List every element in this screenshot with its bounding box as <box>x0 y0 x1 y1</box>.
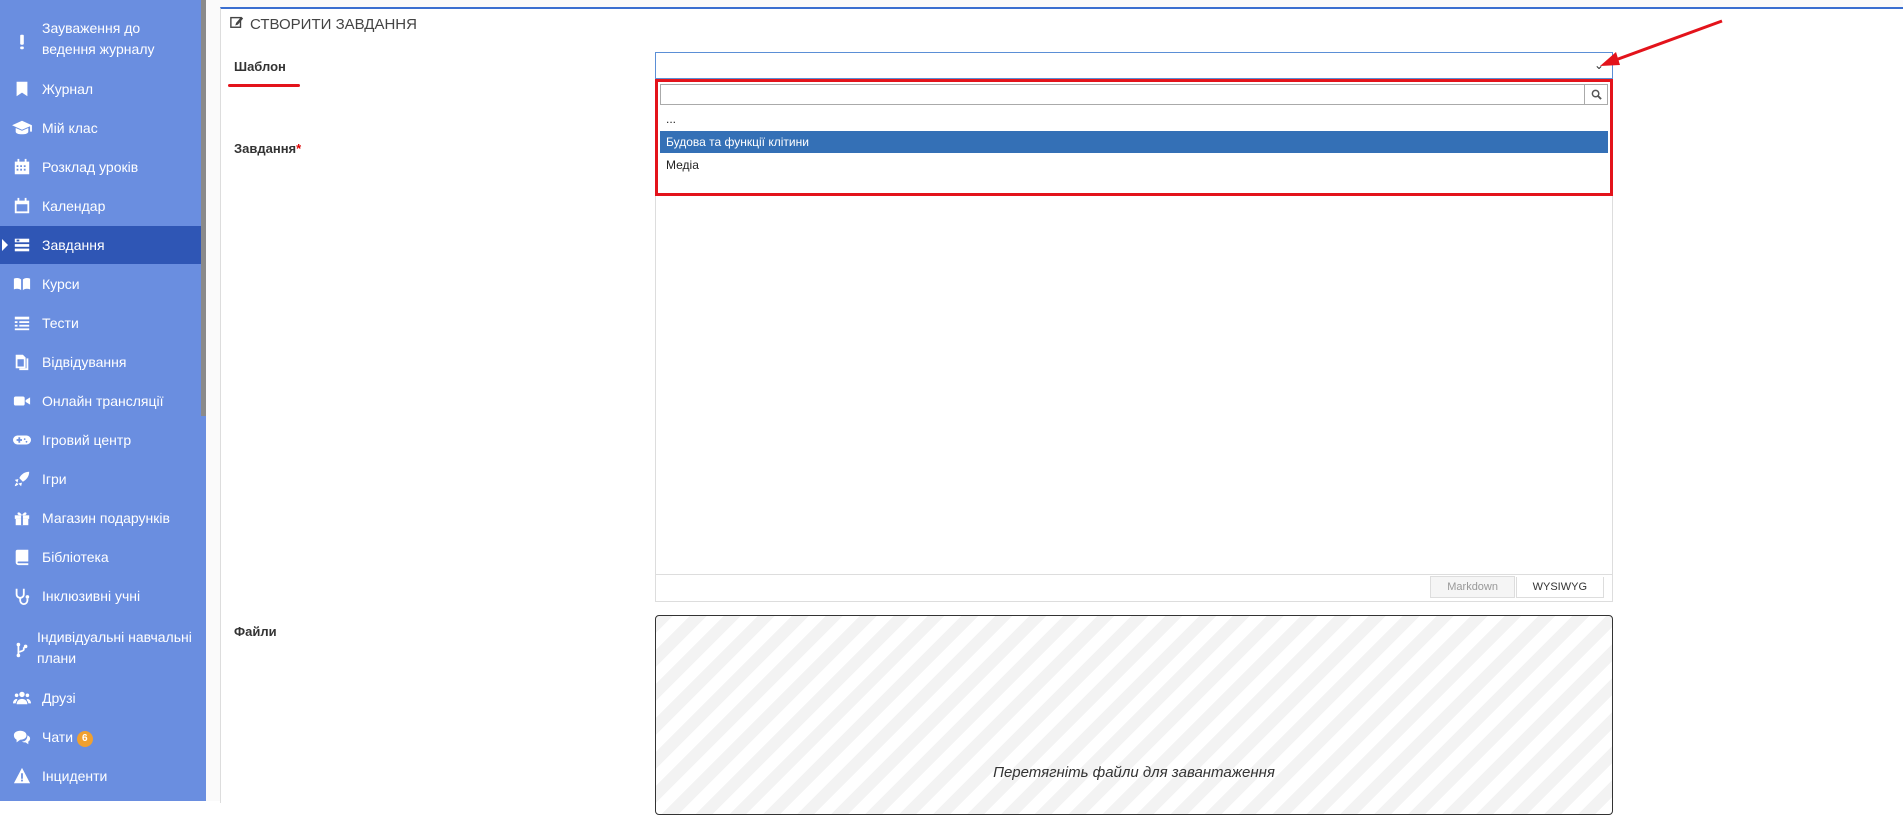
users-icon <box>12 688 32 708</box>
sidebar-item-online-streams[interactable]: Онлайн трансляції <box>0 382 201 420</box>
sidebar-item-label: Індивідуальні навчальні плани <box>37 629 192 666</box>
sidebar-item-label: Календар <box>42 197 106 214</box>
chats-label: Чати <box>42 728 74 745</box>
create-task-panel: СТВОРИТИ ЗАВДАННЯ Шаблон ⌄ ... Будова та… <box>220 7 1903 815</box>
unread-count-badge: 6 <box>77 730 93 747</box>
sidebar-item-label: Інклюзивні учні <box>42 587 141 604</box>
sidebar-item-inclusive-students[interactable]: Інклюзивні учні <box>0 577 201 615</box>
sidebar-item-label: Ігри <box>42 470 67 487</box>
sidebar-item-attendance[interactable]: Відвідування <box>0 343 201 381</box>
template-label-highlight <box>228 84 300 87</box>
sidebar-item-incidents[interactable]: Інциденти <box>0 757 201 795</box>
panel-header: СТВОРИТИ ЗАВДАННЯ <box>230 15 417 33</box>
sidebar-item-label: Тести <box>42 314 79 331</box>
page-title: СТВОРИТИ ЗАВДАННЯ <box>250 15 417 33</box>
graduation-cap-icon <box>10 118 34 138</box>
file-dropzone[interactable]: Перетягніть файли для завантаження <box>655 615 1613 815</box>
sidebar-item-courses[interactable]: Курси <box>0 265 201 303</box>
sidebar-item-label: Друзі <box>42 689 76 706</box>
sidebar-item-label: Ігровий центр <box>42 431 132 448</box>
sidebar-item-tests[interactable]: Тести <box>0 304 201 342</box>
template-dropdown-search <box>660 84 1608 105</box>
sidebar-item-label: Зауваження до ведення журналу <box>42 20 155 57</box>
sidebar-item-journal-remarks[interactable]: Зауваження до ведення журналу <box>0 14 201 70</box>
sidebar-item-individual-plans[interactable]: Індивідуальні навчальні плани <box>0 622 201 678</box>
sidebar-item-label: Курси <box>42 275 80 292</box>
sidebar-item-label: Бібліотека <box>42 548 109 565</box>
sidebar-item-label: Відвідування <box>42 353 127 370</box>
calendar-grid-icon <box>12 157 32 177</box>
sidebar-item-calendar[interactable]: Календар <box>0 187 201 225</box>
template-option-media[interactable]: Медіа <box>660 154 1608 176</box>
sidebar-item-label: Мій клас <box>42 119 98 136</box>
active-indicator-icon <box>2 239 8 251</box>
sidebar-item-label: Інциденти <box>42 767 108 784</box>
editor-mode-bar: Markdown WYSIWYG <box>656 574 1612 601</box>
warning-icon <box>12 766 32 786</box>
comments-icon <box>12 727 32 747</box>
branch-icon <box>12 640 32 660</box>
template-dropdown: ... Будова та функції клітини Медіа <box>655 79 1613 196</box>
gift-icon <box>12 508 32 528</box>
stethoscope-icon <box>12 586 32 606</box>
main-content: СТВОРИТИ ЗАВДАННЯ Шаблон ⌄ ... Будова та… <box>206 0 1903 815</box>
task-label: Завдання* <box>234 141 301 156</box>
tab-wysiwyg[interactable]: WYSIWYG <box>1515 577 1604 598</box>
template-select[interactable]: ⌄ <box>655 52 1613 79</box>
template-option-cell-structure[interactable]: Будова та функції клітини <box>660 131 1608 153</box>
exclamation-icon <box>12 32 32 52</box>
edit-icon <box>230 15 244 33</box>
sidebar-item-label: Журнал <box>42 80 94 97</box>
rocket-icon <box>12 469 32 489</box>
copy-icon <box>12 352 32 372</box>
sidebar-item-chats[interactable]: Чати 6 <box>0 718 201 756</box>
sidebar-item-label: Розклад уроків <box>42 158 139 175</box>
template-option-empty[interactable]: ... <box>660 108 1608 130</box>
sidebar-item-library[interactable]: Бібліотека <box>0 538 201 576</box>
sidebar-item-games[interactable]: Ігри <box>0 460 201 498</box>
sidebar-item-label: Онлайн трансляції <box>42 392 164 409</box>
calendar-icon <box>12 196 32 216</box>
task-label-text: Завдання <box>234 141 297 156</box>
video-camera-icon <box>12 391 32 411</box>
template-search-input[interactable] <box>661 85 1569 104</box>
book-open-icon <box>12 274 32 294</box>
bookmark-icon <box>12 79 32 99</box>
sidebar-item-label: Завдання <box>42 236 105 253</box>
list-icon <box>12 313 32 333</box>
sidebar-item-tasks[interactable]: Завдання <box>0 226 201 264</box>
annotation-arrow-icon <box>1600 19 1723 66</box>
search-icon[interactable] <box>1584 85 1607 104</box>
tasks-icon <box>12 235 32 255</box>
sidebar-item-my-class[interactable]: Мій клас <box>0 109 201 147</box>
sidebar-item-journal[interactable]: Журнал <box>0 70 201 108</box>
sidebar-item-schedule[interactable]: Розклад уроків <box>0 148 201 186</box>
tab-markdown[interactable]: Markdown <box>1430 576 1515 598</box>
sidebar-item-game-center[interactable]: Ігровий центр <box>0 421 201 459</box>
sidebar-item-label: Чати 6 <box>42 727 193 748</box>
template-label: Шаблон <box>234 59 286 74</box>
required-mark: * <box>296 141 302 156</box>
sidebar-item-gift-shop[interactable]: Магазин подарунків <box>0 499 201 537</box>
book-icon <box>12 547 32 567</box>
files-label: Файли <box>234 624 277 639</box>
sidebar-item-label: Магазин подарунків <box>42 509 170 526</box>
sidebar: Зауваження до ведення журналу Журнал Мій… <box>0 0 206 801</box>
dropzone-hint: Перетягніть файли для завантаження <box>993 764 1275 781</box>
task-editor[interactable]: Markdown WYSIWYG <box>655 196 1613 602</box>
sidebar-item-friends[interactable]: Друзі <box>0 679 201 717</box>
gamepad-icon <box>12 430 32 450</box>
